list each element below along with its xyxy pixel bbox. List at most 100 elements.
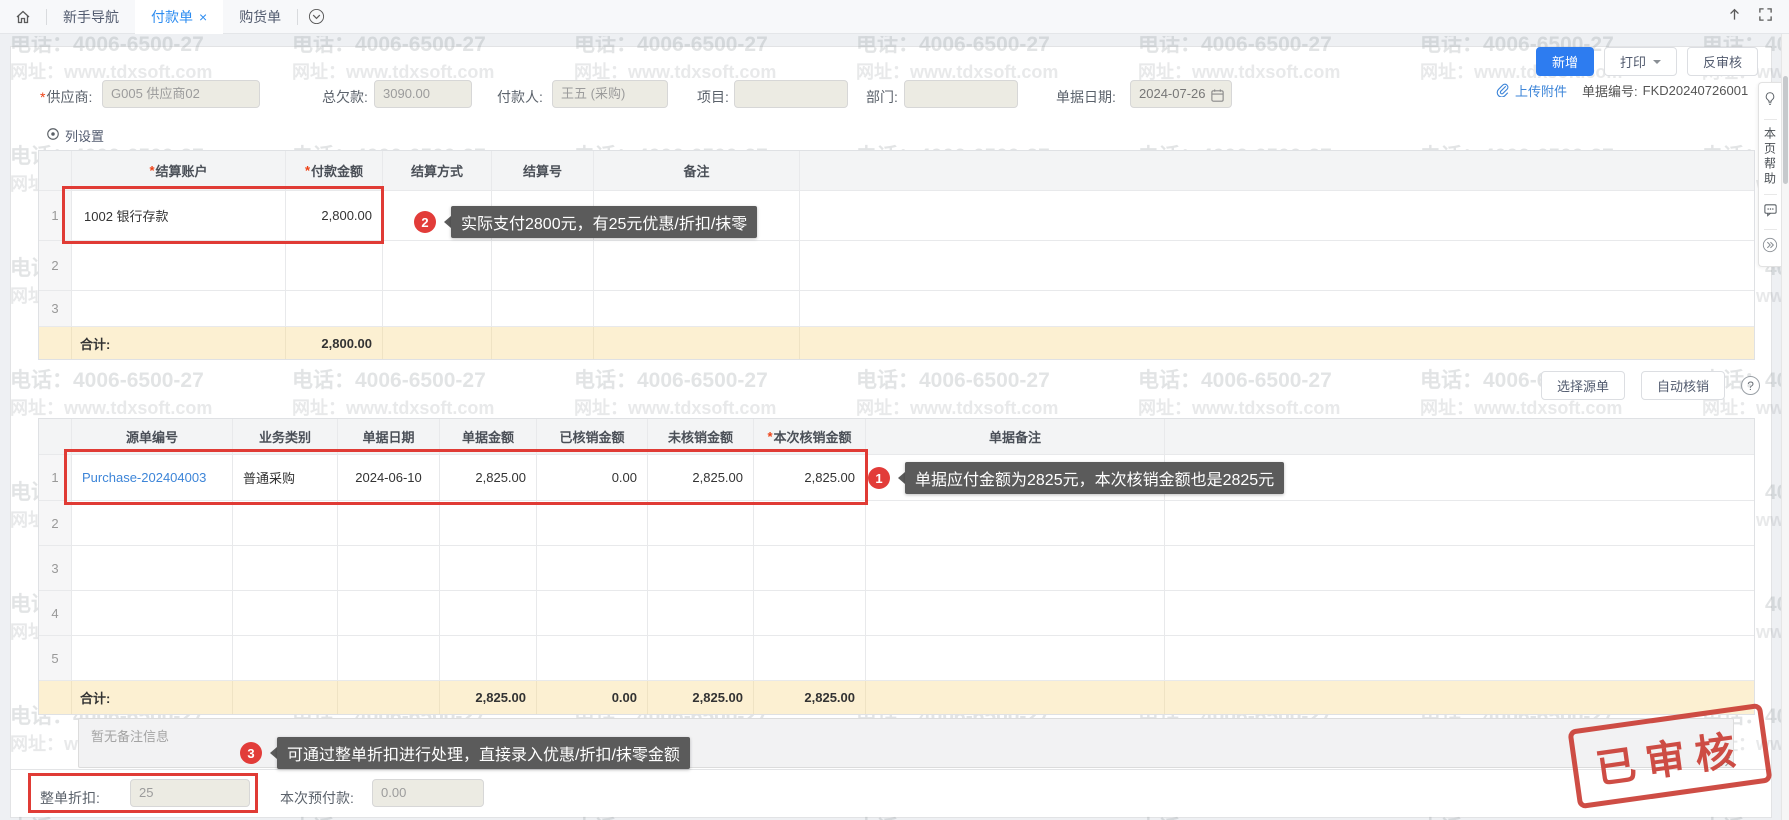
tab-newbie-nav[interactable]: 新手导航 bbox=[47, 0, 135, 34]
whole-discount-field[interactable]: 25 bbox=[130, 779, 250, 807]
current-writeoff-cell[interactable] bbox=[754, 591, 866, 635]
project-field[interactable] bbox=[734, 80, 848, 108]
current-writeoff-cell[interactable]: 2,825.00 bbox=[754, 455, 866, 500]
current-writeoff-cell[interactable] bbox=[754, 636, 866, 680]
source-no-cell[interactable] bbox=[72, 636, 233, 680]
lightbulb-icon[interactable] bbox=[1763, 91, 1777, 112]
help-icon[interactable]: ? bbox=[1741, 376, 1760, 395]
doc-amount-cell[interactable] bbox=[440, 501, 537, 545]
settle-no-cell[interactable] bbox=[492, 291, 594, 326]
select-source-label: 选择源单 bbox=[1557, 376, 1609, 395]
auto-writeoff-button[interactable]: 自动核销 bbox=[1641, 371, 1725, 400]
tab-payment-voucher[interactable]: 付款单 × bbox=[135, 0, 223, 34]
written-off-cell[interactable] bbox=[537, 501, 648, 545]
page-help-label[interactable]: 本页帮助 bbox=[1762, 127, 1779, 187]
scroll-top-icon[interactable] bbox=[1727, 7, 1742, 27]
unwritten-cell[interactable] bbox=[648, 501, 754, 545]
settlement-row-1[interactable]: 1 1002 银行存款 2,800.00 bbox=[39, 191, 1754, 241]
written-off-cell[interactable] bbox=[537, 636, 648, 680]
biz-type-cell[interactable] bbox=[233, 591, 338, 635]
filler-cell bbox=[800, 241, 1754, 290]
unwritten-cell[interactable] bbox=[648, 546, 754, 590]
source-no-cell[interactable] bbox=[72, 591, 233, 635]
settlement-row-2[interactable]: 2 bbox=[39, 241, 1754, 291]
account-cell[interactable] bbox=[72, 291, 286, 326]
department-label: 部门: bbox=[866, 87, 898, 107]
unwritten-cell[interactable] bbox=[648, 591, 754, 635]
doc-remark-cell[interactable] bbox=[866, 636, 1165, 680]
source-row-5[interactable]: 5 bbox=[39, 636, 1754, 681]
supplier-field[interactable]: G005 供应商02 bbox=[102, 80, 260, 108]
doc-date-label: 单据日期: bbox=[1056, 87, 1116, 107]
feedback-message-icon[interactable] bbox=[1763, 202, 1778, 222]
current-writeoff-cell[interactable] bbox=[754, 546, 866, 590]
method-cell[interactable] bbox=[383, 241, 492, 290]
source-doc-link[interactable]: Purchase-202404003 bbox=[82, 470, 206, 485]
amount-cell[interactable]: 2,800.00 bbox=[286, 191, 383, 240]
source-no-cell[interactable] bbox=[72, 501, 233, 545]
col-doc-amount: 单据金额 bbox=[440, 419, 537, 454]
scrollbar-thumb[interactable] bbox=[1783, 76, 1788, 184]
source-row-2[interactable]: 2 bbox=[39, 501, 1754, 546]
method-cell[interactable] bbox=[383, 291, 492, 326]
unapprove-button[interactable]: 反审核 bbox=[1687, 47, 1758, 76]
source-row-3[interactable]: 3 bbox=[39, 546, 1754, 591]
settlement-row-3[interactable]: 3 bbox=[39, 291, 1754, 327]
unwritten-cell[interactable] bbox=[648, 636, 754, 680]
doc-remark-cell[interactable] bbox=[866, 501, 1165, 545]
doc-date-cell[interactable] bbox=[338, 546, 440, 590]
biz-type-cell[interactable] bbox=[233, 546, 338, 590]
payer-field[interactable]: 王五 (采购) bbox=[552, 80, 668, 108]
total-debt-field[interactable]: 3090.00 bbox=[374, 80, 472, 108]
remark-cell[interactable] bbox=[594, 241, 800, 290]
select-source-button[interactable]: 选择源单 bbox=[1541, 371, 1625, 400]
callout-arrow bbox=[438, 216, 451, 228]
close-tab-icon[interactable]: × bbox=[199, 0, 207, 34]
column-settings-button[interactable]: 列设置 bbox=[46, 126, 104, 145]
prepaid-field[interactable]: 0.00 bbox=[372, 779, 484, 807]
department-field[interactable] bbox=[904, 80, 1018, 108]
biz-type-cell[interactable] bbox=[233, 636, 338, 680]
written-off-cell[interactable] bbox=[537, 546, 648, 590]
total-written-off: 0.00 bbox=[537, 681, 648, 714]
doc-amount-cell[interactable] bbox=[440, 546, 537, 590]
upload-attachment-link[interactable]: 上传附件 bbox=[1515, 81, 1567, 100]
current-writeoff-cell[interactable] bbox=[754, 501, 866, 545]
row-number: 2 bbox=[39, 241, 72, 290]
biz-type-cell[interactable] bbox=[233, 501, 338, 545]
footer-divider bbox=[11, 769, 1771, 770]
settle-no-cell[interactable] bbox=[492, 241, 594, 290]
collapse-chevrons-icon[interactable] bbox=[1762, 237, 1778, 258]
doc-date-cell[interactable] bbox=[338, 591, 440, 635]
home-icon[interactable] bbox=[0, 9, 46, 25]
doc-date-cell[interactable] bbox=[338, 501, 440, 545]
tab-purchase-order[interactable]: 购货单 bbox=[223, 0, 297, 34]
toolbar-buttons: 新增 打印 反审核 bbox=[1536, 47, 1758, 76]
doc-amount-cell[interactable] bbox=[440, 591, 537, 635]
account-cell[interactable] bbox=[72, 241, 286, 290]
vertical-scrollbar[interactable] bbox=[1781, 34, 1789, 820]
doc-date-field[interactable]: 2024-07-26 bbox=[1130, 80, 1232, 108]
print-button[interactable]: 打印 bbox=[1604, 47, 1677, 76]
doc-date-cell[interactable] bbox=[338, 636, 440, 680]
col-remark: 备注 bbox=[594, 151, 800, 190]
tab-list-dropdown-icon[interactable] bbox=[308, 8, 325, 25]
add-button[interactable]: 新增 bbox=[1536, 47, 1594, 76]
remark-cell[interactable] bbox=[594, 291, 800, 326]
calendar-icon[interactable] bbox=[1210, 86, 1225, 112]
doc-no-value: FKD20240726001 bbox=[1643, 83, 1749, 98]
doc-remark-cell[interactable] bbox=[866, 591, 1165, 635]
doc-amount-cell[interactable] bbox=[440, 636, 537, 680]
source-row-4[interactable]: 4 bbox=[39, 591, 1754, 636]
fullscreen-icon[interactable] bbox=[1758, 7, 1773, 27]
divider bbox=[1764, 194, 1777, 195]
amount-cell[interactable] bbox=[286, 241, 383, 290]
source-no-cell[interactable] bbox=[72, 546, 233, 590]
row-number: 5 bbox=[39, 636, 72, 680]
col-settle-account: *结算账户 bbox=[72, 151, 286, 190]
written-off-cell[interactable] bbox=[537, 591, 648, 635]
account-cell[interactable]: 1002 银行存款 bbox=[72, 191, 286, 240]
amount-cell[interactable] bbox=[286, 291, 383, 326]
total-empty bbox=[338, 681, 440, 714]
doc-remark-cell[interactable] bbox=[866, 546, 1165, 590]
